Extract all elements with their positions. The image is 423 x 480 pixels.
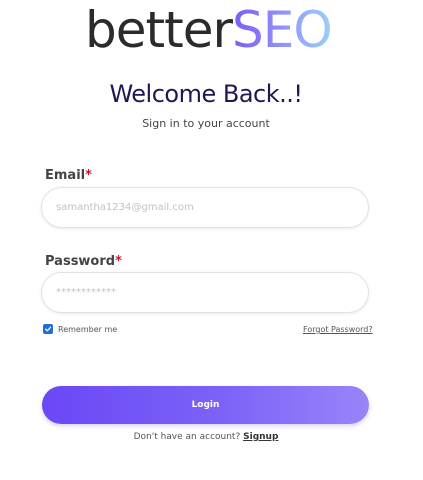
email-label: Email* [45,168,92,183]
email-label-text: Email [45,168,86,183]
remember-me-checkbox[interactable] [43,324,53,334]
email-field[interactable] [41,187,369,228]
remember-me-label: Remember me [58,324,118,334]
checkmark-icon [44,326,52,332]
logo-text-seo: SEO [232,1,333,59]
signup-prompt-text: Don't have an account? [133,432,241,442]
forgot-password-link[interactable]: Forgot Password? [303,325,373,334]
logo-text-better: better [85,1,233,59]
page-subtitle: Sign in to your account [142,117,270,130]
password-label: Password* [45,254,122,269]
email-required-mark: * [85,168,92,183]
password-label-text: Password [45,254,116,269]
page-title: Welcome Back..! [109,80,303,108]
signup-link[interactable]: Signup [243,432,278,442]
signup-prompt: Don't have an account? Signup [0,432,412,442]
login-button[interactable]: Login [42,386,369,424]
login-page: better SEO Welcome Back..! Sign in to you… [0,0,423,480]
password-field[interactable] [41,272,369,313]
brand-logo: better SEO [85,0,333,60]
remember-me-option[interactable]: Remember me [43,324,117,334]
password-required-mark: * [115,254,122,269]
